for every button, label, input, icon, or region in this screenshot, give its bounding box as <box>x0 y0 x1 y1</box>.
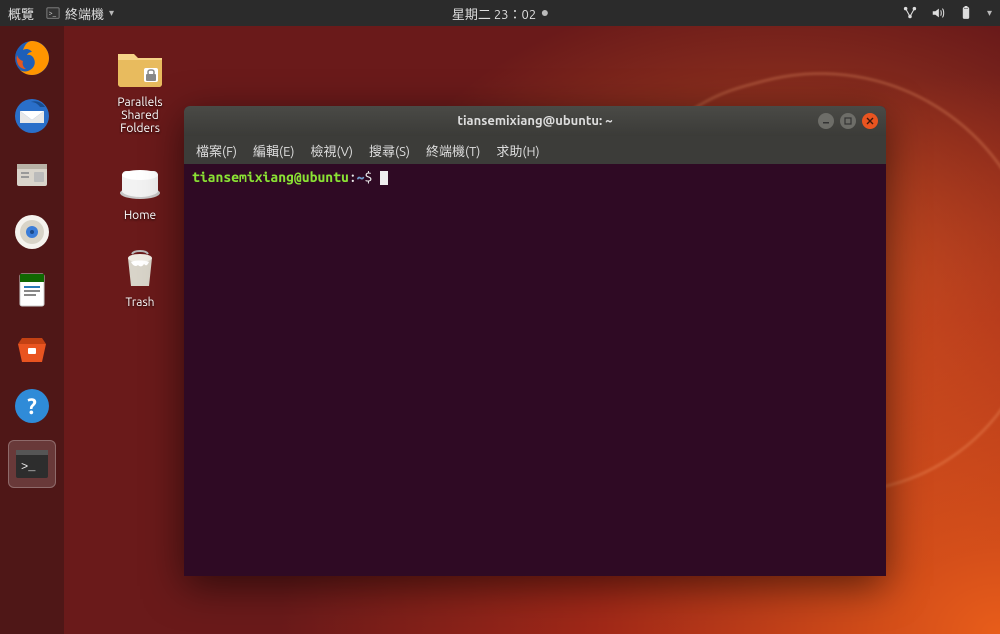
clock-area[interactable]: 星期二 23：02 <box>452 4 548 23</box>
menu-terminal[interactable]: 終端機(T) <box>426 141 480 160</box>
prompt-symbol: $ <box>365 169 373 185</box>
maximize-icon <box>844 117 852 125</box>
overview-button[interactable]: 概覽 <box>8 4 34 23</box>
prompt-userhost: tiansemixiang@ubuntu <box>192 169 349 185</box>
menu-edit[interactable]: 編輯(E) <box>253 141 294 160</box>
desktop-background: 概覽 >_ 終端機 ▾ 星期二 23：02 ▾ <box>0 0 1000 634</box>
dock-rhythmbox[interactable] <box>8 208 56 256</box>
desktop-icon-trash[interactable]: Trash <box>90 240 190 309</box>
dock-files[interactable] <box>8 150 56 198</box>
terminal-titlebar[interactable]: tiansemixiang@ubuntu: ~ <box>184 106 886 136</box>
volume-icon <box>931 6 945 20</box>
dock-thunderbird[interactable] <box>8 92 56 140</box>
svg-text:>_: >_ <box>49 10 57 18</box>
notification-dot-icon <box>542 10 548 16</box>
minimize-icon <box>822 117 830 125</box>
trash-icon <box>114 240 166 292</box>
terminal-window: tiansemixiang@ubuntu: ~ 檔案(F) 編輯(E) 檢視(V… <box>184 106 886 576</box>
svg-text:?: ? <box>27 394 37 419</box>
folder-shared-icon <box>114 40 166 92</box>
desktop-icon-label: Parallels Shared Folders <box>90 96 190 135</box>
menu-search[interactable]: 搜尋(S) <box>369 141 410 160</box>
menu-help[interactable]: 求助(H) <box>496 141 539 160</box>
svg-text:>_: >_ <box>21 460 36 474</box>
battery-icon <box>959 6 973 20</box>
clock-text: 星期二 23：02 <box>452 4 536 23</box>
dropdown-arrow-icon: ▾ <box>109 7 114 19</box>
close-icon <box>866 117 874 125</box>
terminal-title: tiansemixiang@ubuntu: ~ <box>457 114 612 128</box>
window-minimize-button[interactable] <box>818 113 834 129</box>
dock-firefox[interactable] <box>8 34 56 82</box>
terminal-small-icon: >_ <box>46 6 60 20</box>
active-app-label: 終端機 <box>65 4 104 23</box>
dock-terminal[interactable]: >_ <box>8 440 56 488</box>
desktop-icon-label: Home <box>90 209 190 222</box>
desktop-icon-home[interactable]: Home <box>90 153 190 222</box>
menu-view[interactable]: 檢視(V) <box>311 141 353 160</box>
active-app-menu[interactable]: >_ 終端機 ▾ <box>46 4 114 23</box>
network-icon <box>903 6 917 20</box>
status-area[interactable]: ▾ <box>903 6 992 20</box>
top-bar: 概覽 >_ 終端機 ▾ 星期二 23：02 ▾ <box>0 0 1000 26</box>
terminal-cursor <box>380 171 388 185</box>
launcher-dock: ? >_ <box>0 26 64 634</box>
drive-icon <box>114 153 166 205</box>
dock-help[interactable]: ? <box>8 382 56 430</box>
window-maximize-button[interactable] <box>840 113 856 129</box>
menu-file[interactable]: 檔案(F) <box>196 141 237 160</box>
status-dropdown-arrow-icon: ▾ <box>987 7 992 19</box>
dock-writer[interactable] <box>8 266 56 314</box>
terminal-menubar: 檔案(F) 編輯(E) 檢視(V) 搜尋(S) 終端機(T) 求助(H) <box>184 136 886 164</box>
prompt-path: ~ <box>357 169 365 185</box>
window-close-button[interactable] <box>862 113 878 129</box>
desktop-icon-parallels-shared[interactable]: Parallels Shared Folders <box>90 40 190 135</box>
prompt-separator: : <box>349 169 357 185</box>
desktop-icon-label: Trash <box>90 296 190 309</box>
terminal-body[interactable]: tiansemixiang@ubuntu:~$ <box>184 164 886 576</box>
dock-software[interactable] <box>8 324 56 372</box>
